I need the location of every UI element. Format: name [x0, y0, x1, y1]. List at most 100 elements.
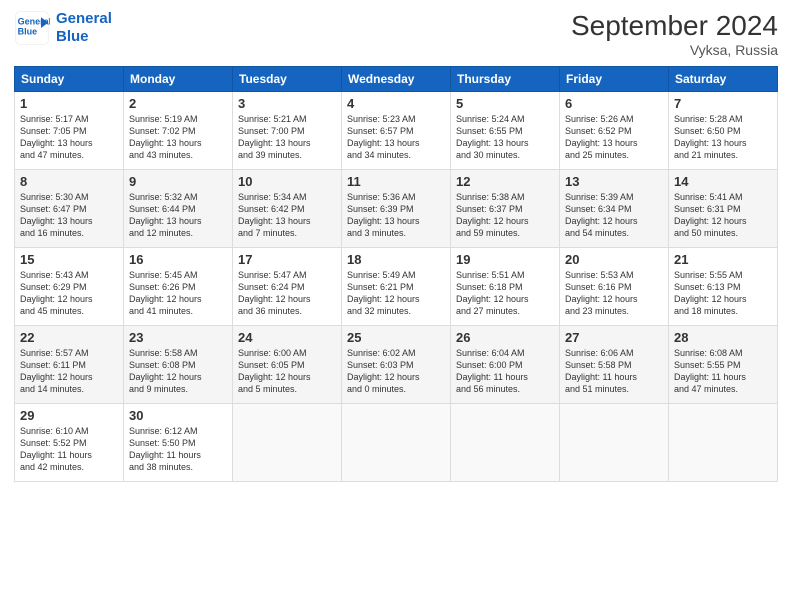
day-number: 19	[456, 252, 554, 267]
calendar-day	[451, 404, 560, 482]
col-tuesday: Tuesday	[233, 67, 342, 92]
calendar-day: 24 Sunrise: 6:00 AM Sunset: 6:05 PM Dayli…	[233, 326, 342, 404]
calendar-day: 21 Sunrise: 5:55 AM Sunset: 6:13 PM Dayli…	[669, 248, 778, 326]
day-number: 28	[674, 330, 772, 345]
calendar-week-row: 15 Sunrise: 5:43 AM Sunset: 6:29 PM Dayli…	[15, 248, 778, 326]
day-info: Sunrise: 5:19 AM Sunset: 7:02 PM Dayligh…	[129, 113, 227, 162]
calendar-day: 27 Sunrise: 6:06 AM Sunset: 5:58 PM Dayli…	[560, 326, 669, 404]
day-info: Sunrise: 5:41 AM Sunset: 6:31 PM Dayligh…	[674, 191, 772, 240]
day-number: 9	[129, 174, 227, 189]
calendar-day: 18Sunrise: 5:49 AM Sunset: 6:21 PM Dayli…	[342, 248, 451, 326]
col-thursday: Thursday	[451, 67, 560, 92]
calendar-day: 9 Sunrise: 5:32 AM Sunset: 6:44 PM Daylig…	[124, 170, 233, 248]
calendar-day: 6Sunrise: 5:26 AM Sunset: 6:52 PM Daylig…	[560, 92, 669, 170]
day-number: 26	[456, 330, 554, 345]
day-info: Sunrise: 5:28 AM Sunset: 6:50 PM Dayligh…	[674, 113, 772, 162]
day-info: Sunrise: 5:17 AM Sunset: 7:05 PM Dayligh…	[20, 113, 118, 162]
day-info: Sunrise: 5:58 AM Sunset: 6:08 PM Dayligh…	[129, 347, 227, 396]
calendar-day: 12 Sunrise: 5:38 AM Sunset: 6:37 PM Dayli…	[451, 170, 560, 248]
calendar-day: 29 Sunrise: 6:10 AM Sunset: 5:52 PM Dayli…	[15, 404, 124, 482]
day-info: Sunrise: 5:55 AM Sunset: 6:13 PM Dayligh…	[674, 269, 772, 318]
day-number: 14	[674, 174, 772, 189]
day-info: Sunrise: 5:24 AM Sunset: 6:55 PM Dayligh…	[456, 113, 554, 162]
calendar-day	[669, 404, 778, 482]
day-number: 3	[238, 96, 336, 111]
day-info: Sunrise: 5:45 AM Sunset: 6:26 PM Dayligh…	[129, 269, 227, 318]
calendar-day: 13 Sunrise: 5:39 AM Sunset: 6:34 PM Dayli…	[560, 170, 669, 248]
day-info: Sunrise: 5:36 AM Sunset: 6:39 PM Dayligh…	[347, 191, 445, 240]
calendar-day	[233, 404, 342, 482]
day-info: Sunrise: 6:12 AM Sunset: 5:50 PM Dayligh…	[129, 425, 227, 474]
calendar-day: 7 Sunrise: 5:28 AM Sunset: 6:50 PM Daylig…	[669, 92, 778, 170]
day-number: 30	[129, 408, 227, 423]
calendar-day: 15 Sunrise: 5:43 AM Sunset: 6:29 PM Dayli…	[15, 248, 124, 326]
col-saturday: Saturday	[669, 67, 778, 92]
calendar-day: 30 Sunrise: 6:12 AM Sunset: 5:50 PM Dayli…	[124, 404, 233, 482]
day-number: 10	[238, 174, 336, 189]
day-info: Sunrise: 6:02 AM Sunset: 6:03 PM Dayligh…	[347, 347, 445, 396]
day-info: Sunrise: 6:06 AM Sunset: 5:58 PM Dayligh…	[565, 347, 663, 396]
day-number: 17	[238, 252, 336, 267]
calendar-day	[560, 404, 669, 482]
col-wednesday: Wednesday	[342, 67, 451, 92]
logo-text: GeneralBlue	[56, 10, 112, 46]
calendar-body: 1Sunrise: 5:17 AM Sunset: 7:05 PM Daylig…	[15, 92, 778, 482]
calendar-day: 14 Sunrise: 5:41 AM Sunset: 6:31 PM Dayli…	[669, 170, 778, 248]
calendar-day: 5Sunrise: 5:24 AM Sunset: 6:55 PM Daylig…	[451, 92, 560, 170]
day-number: 8	[20, 174, 118, 189]
calendar-day: 28Sunrise: 6:08 AM Sunset: 5:55 PM Dayli…	[669, 326, 778, 404]
day-info: Sunrise: 5:32 AM Sunset: 6:44 PM Dayligh…	[129, 191, 227, 240]
day-info: Sunrise: 5:34 AM Sunset: 6:42 PM Dayligh…	[238, 191, 336, 240]
calendar-header-row: Sunday Monday Tuesday Wednesday Thursday…	[15, 67, 778, 92]
location: Vyksa, Russia	[571, 42, 778, 58]
calendar-week-row: 1Sunrise: 5:17 AM Sunset: 7:05 PM Daylig…	[15, 92, 778, 170]
day-number: 16	[129, 252, 227, 267]
month-title: September 2024	[571, 10, 778, 42]
day-info: Sunrise: 5:30 AM Sunset: 6:47 PM Dayligh…	[20, 191, 118, 240]
day-info: Sunrise: 5:57 AM Sunset: 6:11 PM Dayligh…	[20, 347, 118, 396]
day-info: Sunrise: 5:21 AM Sunset: 7:00 PM Dayligh…	[238, 113, 336, 162]
day-info: Sunrise: 5:51 AM Sunset: 6:18 PM Dayligh…	[456, 269, 554, 318]
calendar-day: 25 Sunrise: 6:02 AM Sunset: 6:03 PM Dayli…	[342, 326, 451, 404]
calendar-day: 26 Sunrise: 6:04 AM Sunset: 6:00 PM Dayli…	[451, 326, 560, 404]
day-info: Sunrise: 5:38 AM Sunset: 6:37 PM Dayligh…	[456, 191, 554, 240]
day-info: Sunrise: 5:53 AM Sunset: 6:16 PM Dayligh…	[565, 269, 663, 318]
day-number: 15	[20, 252, 118, 267]
day-number: 12	[456, 174, 554, 189]
day-number: 22	[20, 330, 118, 345]
day-info: Sunrise: 5:26 AM Sunset: 6:52 PM Dayligh…	[565, 113, 663, 162]
day-number: 20	[565, 252, 663, 267]
col-sunday: Sunday	[15, 67, 124, 92]
calendar-day: 8 Sunrise: 5:30 AM Sunset: 6:47 PM Daylig…	[15, 170, 124, 248]
calendar-day: 11 Sunrise: 5:36 AM Sunset: 6:39 PM Dayli…	[342, 170, 451, 248]
day-number: 13	[565, 174, 663, 189]
calendar-week-row: 22 Sunrise: 5:57 AM Sunset: 6:11 PM Dayli…	[15, 326, 778, 404]
day-number: 24	[238, 330, 336, 345]
day-number: 29	[20, 408, 118, 423]
calendar-day: 22 Sunrise: 5:57 AM Sunset: 6:11 PM Dayli…	[15, 326, 124, 404]
day-number: 23	[129, 330, 227, 345]
calendar-day	[342, 404, 451, 482]
day-info: Sunrise: 5:39 AM Sunset: 6:34 PM Dayligh…	[565, 191, 663, 240]
day-number: 7	[674, 96, 772, 111]
day-number: 11	[347, 174, 445, 189]
day-info: Sunrise: 6:10 AM Sunset: 5:52 PM Dayligh…	[20, 425, 118, 474]
day-info: Sunrise: 5:47 AM Sunset: 6:24 PM Dayligh…	[238, 269, 336, 318]
calendar-day: 10 Sunrise: 5:34 AM Sunset: 6:42 PM Dayli…	[233, 170, 342, 248]
calendar-week-row: 8 Sunrise: 5:30 AM Sunset: 6:47 PM Daylig…	[15, 170, 778, 248]
calendar-day: 17 Sunrise: 5:47 AM Sunset: 6:24 PM Dayli…	[233, 248, 342, 326]
day-number: 27	[565, 330, 663, 345]
calendar-day: 19 Sunrise: 5:51 AM Sunset: 6:18 PM Dayli…	[451, 248, 560, 326]
logo: General Blue GeneralBlue	[14, 10, 112, 46]
day-info: Sunrise: 5:49 AM Sunset: 6:21 PM Dayligh…	[347, 269, 445, 318]
day-info: Sunrise: 6:00 AM Sunset: 6:05 PM Dayligh…	[238, 347, 336, 396]
calendar-week-row: 29 Sunrise: 6:10 AM Sunset: 5:52 PM Dayli…	[15, 404, 778, 482]
day-number: 2	[129, 96, 227, 111]
calendar: Sunday Monday Tuesday Wednesday Thursday…	[14, 66, 778, 482]
day-number: 25	[347, 330, 445, 345]
calendar-day: 4Sunrise: 5:23 AM Sunset: 6:57 PM Daylig…	[342, 92, 451, 170]
day-info: Sunrise: 5:43 AM Sunset: 6:29 PM Dayligh…	[20, 269, 118, 318]
day-info: Sunrise: 6:04 AM Sunset: 6:00 PM Dayligh…	[456, 347, 554, 396]
calendar-day: 1Sunrise: 5:17 AM Sunset: 7:05 PM Daylig…	[15, 92, 124, 170]
day-number: 21	[674, 252, 772, 267]
